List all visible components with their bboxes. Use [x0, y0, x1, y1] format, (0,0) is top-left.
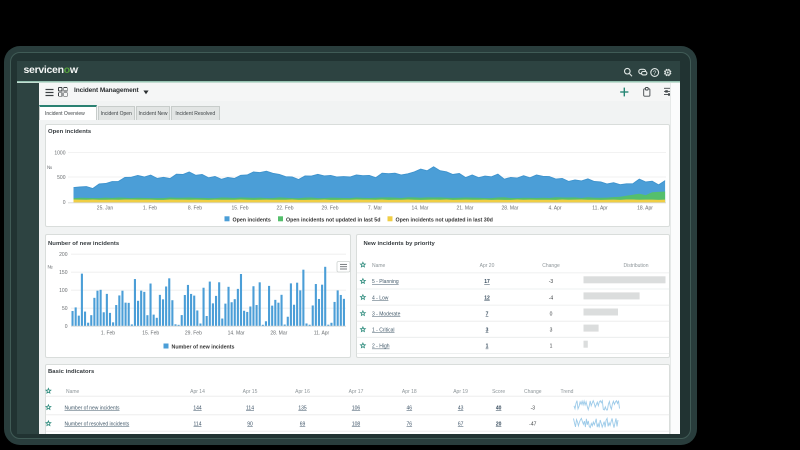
svg-text:Apr 18: Apr 18	[402, 389, 417, 395]
svg-text:40: 40	[496, 405, 502, 411]
svg-text:20: 20	[496, 422, 502, 428]
svg-text:108: 108	[352, 422, 361, 428]
svg-text:Apr 15: Apr 15	[243, 389, 258, 395]
svg-text:Change: Change	[524, 389, 542, 395]
svg-text:Trend: Trend	[561, 389, 574, 395]
svg-text:46: 46	[407, 405, 413, 411]
svg-text:114: 114	[246, 405, 254, 411]
svg-text:106: 106	[352, 405, 361, 411]
svg-text:43: 43	[458, 405, 464, 411]
svg-text:-47: -47	[529, 422, 536, 428]
svg-text:76: 76	[407, 422, 413, 428]
svg-text:90: 90	[247, 422, 253, 428]
svg-text:Apr 16: Apr 16	[295, 389, 310, 395]
svg-text:Name: Name	[66, 389, 80, 395]
svg-text:Apr 14: Apr 14	[190, 389, 205, 395]
svg-text:144: 144	[193, 405, 202, 411]
svg-text:Number of resolved incidents: Number of resolved incidents	[65, 422, 130, 428]
svg-text:114: 114	[194, 422, 202, 428]
svg-text:135: 135	[298, 405, 307, 411]
svg-text:Apr 17: Apr 17	[349, 389, 364, 395]
svg-text:-3: -3	[531, 405, 536, 411]
svg-text:Number of new incidents: Number of new incidents	[65, 405, 121, 411]
svg-text:67: 67	[458, 422, 464, 428]
svg-text:69: 69	[300, 422, 306, 428]
svg-text:Score: Score	[492, 389, 505, 395]
svg-text:Apr 19: Apr 19	[453, 389, 468, 395]
